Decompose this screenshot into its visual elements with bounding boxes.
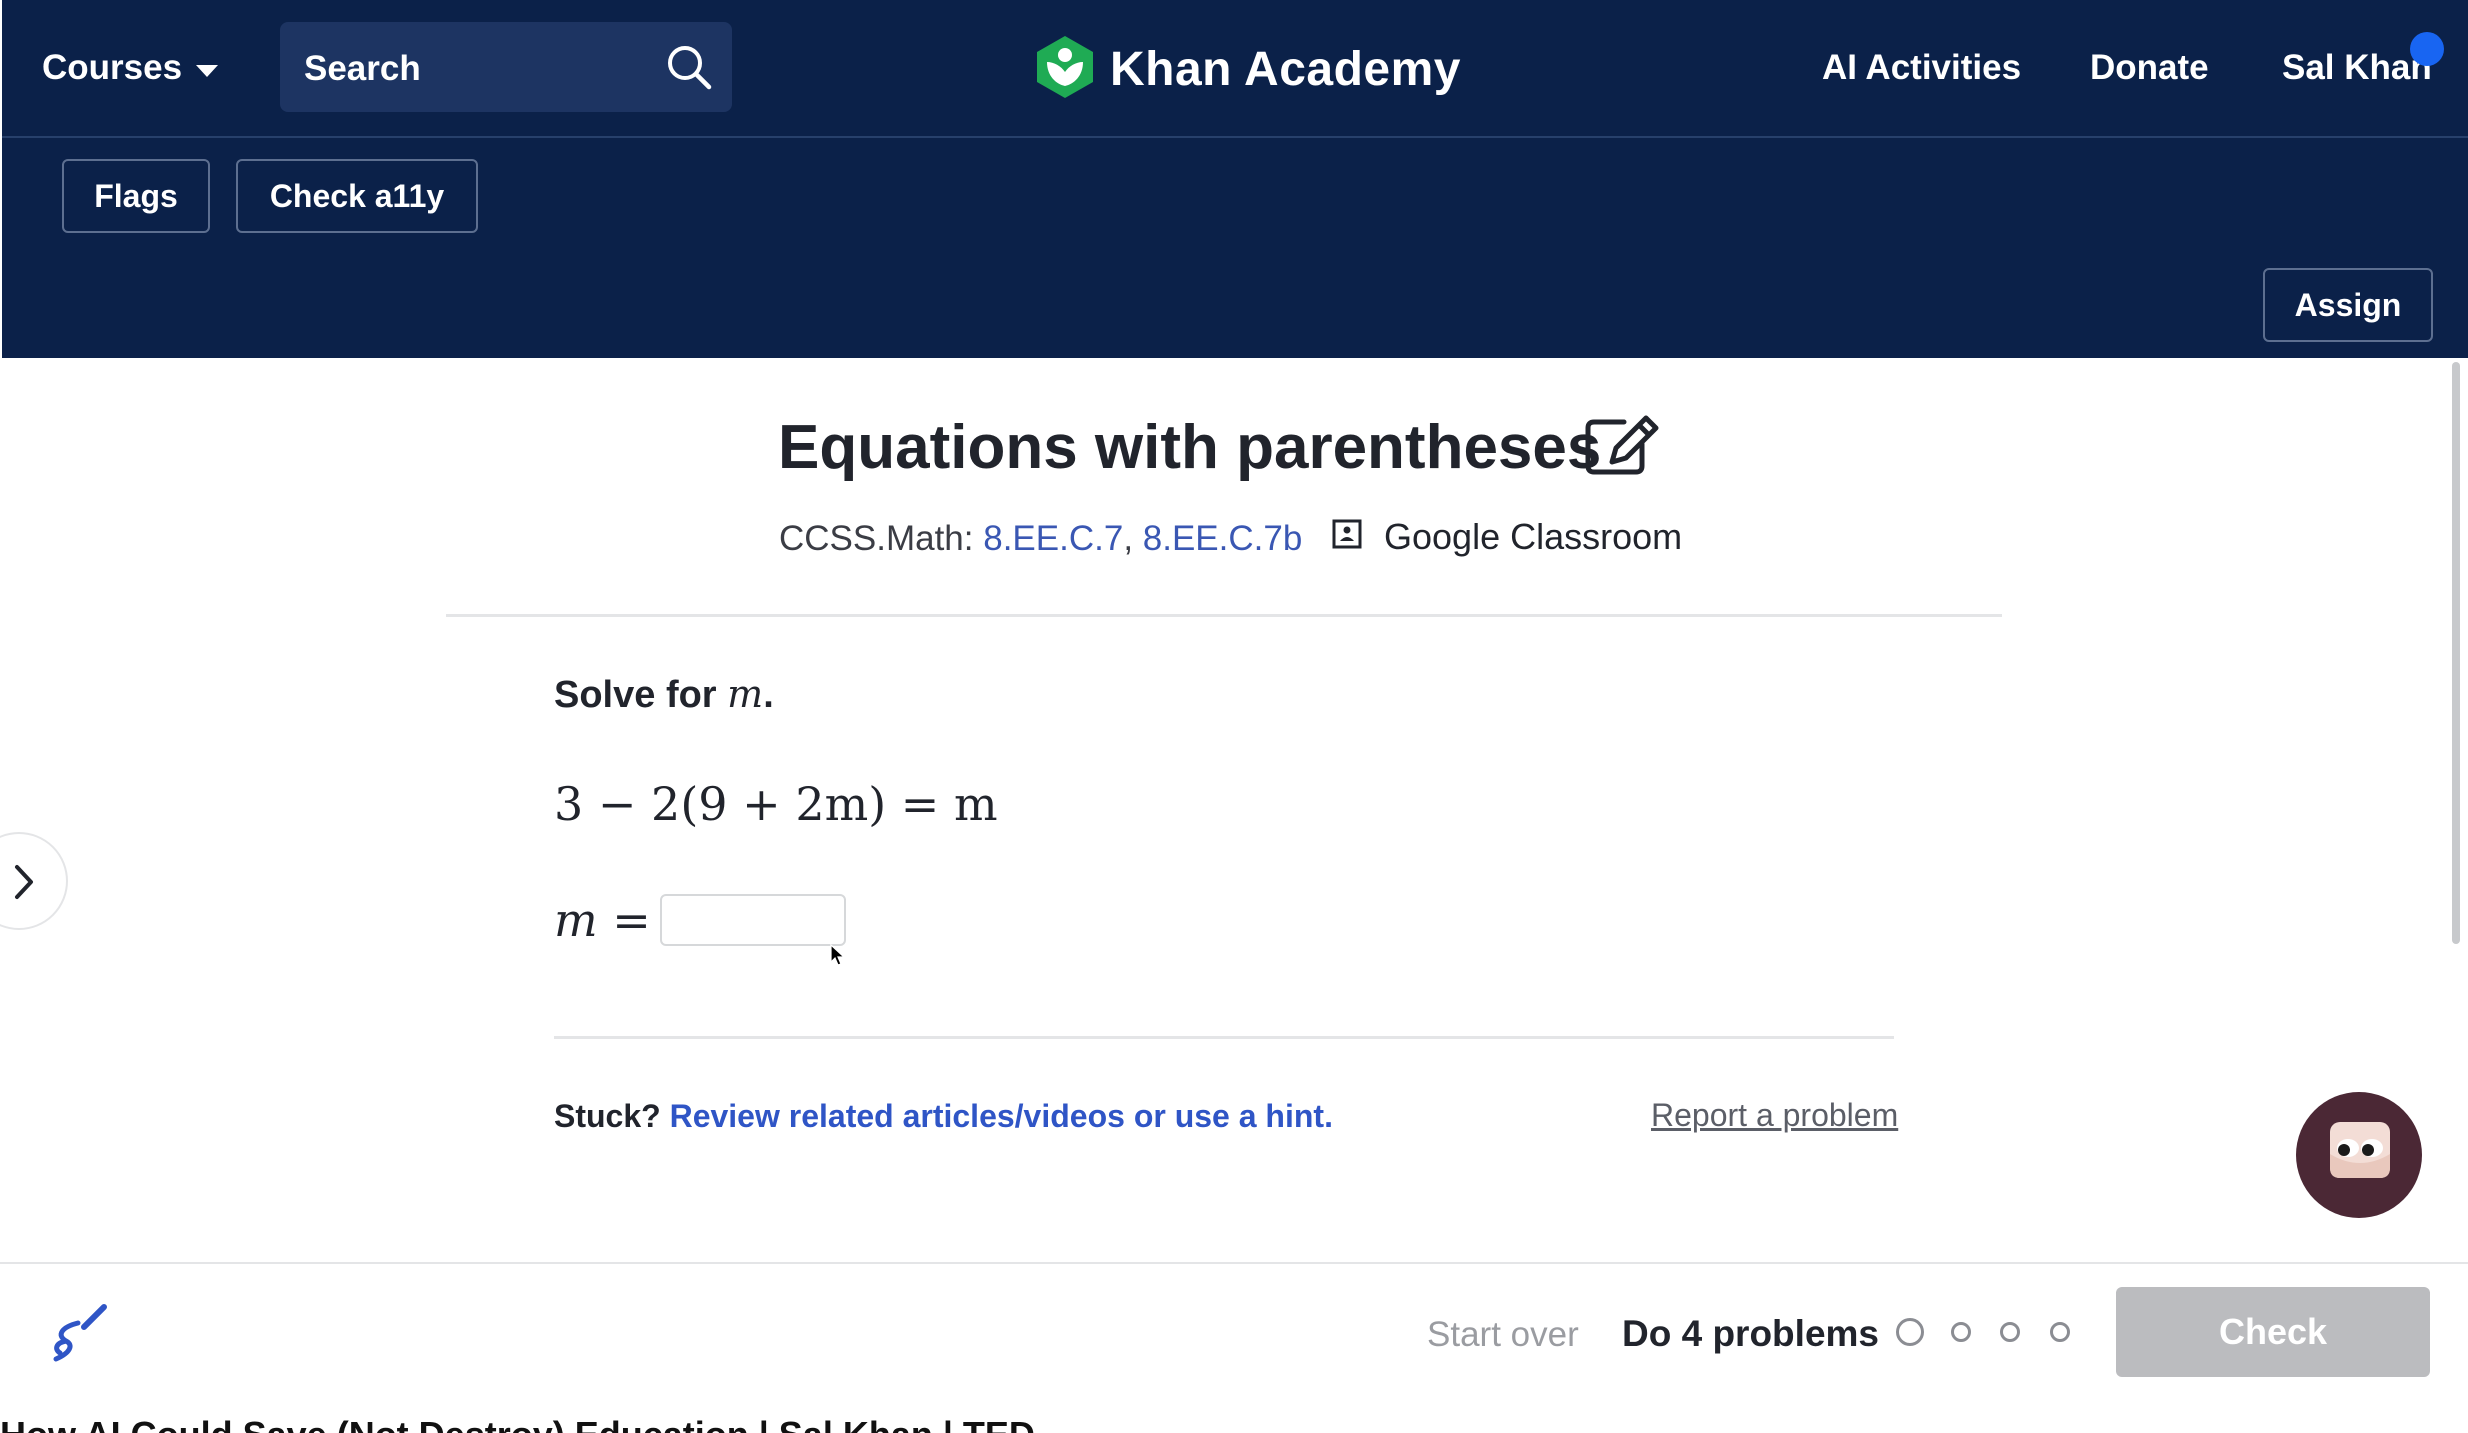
video-caption-text: How AI Could Save (Not Destroy) Educatio… (0, 1418, 1100, 1433)
classroom-icon (1332, 516, 1362, 558)
logo-text: Khan Academy (1110, 43, 1461, 96)
report-problem-link[interactable]: Report a problem (1651, 1097, 1898, 1134)
progress-dot (1951, 1322, 1971, 1342)
courses-label: Courses (42, 48, 183, 87)
donate-link[interactable]: Donate (2090, 50, 2209, 85)
ai-activities-link[interactable]: AI Activities (1822, 50, 2021, 85)
answer-label: m = (554, 893, 651, 947)
classroom-label: Google Classroom (1384, 516, 1683, 557)
prompt-text: Solve for (554, 674, 728, 716)
check-a11y-button[interactable]: Check a11y (236, 159, 478, 233)
scrollbar-thumb[interactable] (2452, 362, 2460, 944)
check-button[interactable]: Check (2116, 1287, 2430, 1377)
page-title: Equations with parentheses (778, 413, 1602, 482)
search-icon[interactable] (664, 42, 714, 97)
question-prompt: Solve for m. (554, 672, 774, 717)
standards-prefix: CCSS.Math: (779, 519, 984, 558)
flags-button[interactable]: Flags (62, 159, 210, 233)
edit-icon[interactable] (1584, 414, 1660, 481)
standard-link-1[interactable]: 8.EE.C.7 (983, 519, 1123, 558)
search-input[interactable]: Search (280, 22, 732, 112)
mouse-pointer-icon (830, 943, 846, 973)
assign-button[interactable]: Assign (2263, 268, 2433, 342)
hint-link[interactable]: Review related articles/videos or use a … (670, 1098, 1333, 1134)
progress-dot (2050, 1322, 2070, 1342)
notification-badge[interactable] (2410, 32, 2444, 66)
standard-link-2[interactable]: 8.EE.C.7b (1143, 519, 1303, 558)
user-menu-button[interactable]: Sal Khan (2282, 50, 2432, 85)
search-placeholder: Search (304, 49, 421, 88)
scratchpad-icon[interactable] (48, 1303, 110, 1368)
question-divider (554, 1036, 1894, 1039)
google-classroom-button[interactable]: Google Classroom (1332, 516, 1682, 558)
standards-line: CCSS.Math: 8.EE.C.7, 8.EE.C.7b (779, 519, 1302, 559)
prompt-variable: m (727, 672, 764, 716)
courses-menu-button[interactable]: Courses (42, 48, 219, 87)
start-over-button[interactable]: Start over (1427, 1315, 1579, 1355)
progress-dot (1896, 1318, 1924, 1346)
chevron-down-icon (196, 64, 219, 77)
khan-logo-icon (1034, 34, 1096, 105)
header-divider (446, 614, 2002, 617)
stuck-help-line: Stuck? Review related articles/videos or… (554, 1098, 1333, 1135)
stuck-label: Stuck? (554, 1098, 670, 1134)
standards-separator: , (1123, 519, 1143, 558)
progress-dot (2000, 1322, 2020, 1342)
answer-input[interactable] (660, 894, 846, 946)
prompt-period: . (763, 674, 774, 716)
video-caption: How AI Could Save (Not Destroy) Educatio… (0, 1418, 1100, 1433)
exercise-footer-bar (0, 1262, 2468, 1424)
problem-count-label: Do 4 problems (1622, 1313, 1879, 1354)
ai-tutor-avatar[interactable] (2296, 1092, 2422, 1218)
chevron-right-icon (15, 865, 33, 899)
equation: 3 − 2(9 + 2m) = m (554, 777, 998, 831)
khan-academy-logo[interactable]: Khan Academy (1034, 34, 1461, 105)
sidebar-toggle-button[interactable] (0, 832, 68, 930)
